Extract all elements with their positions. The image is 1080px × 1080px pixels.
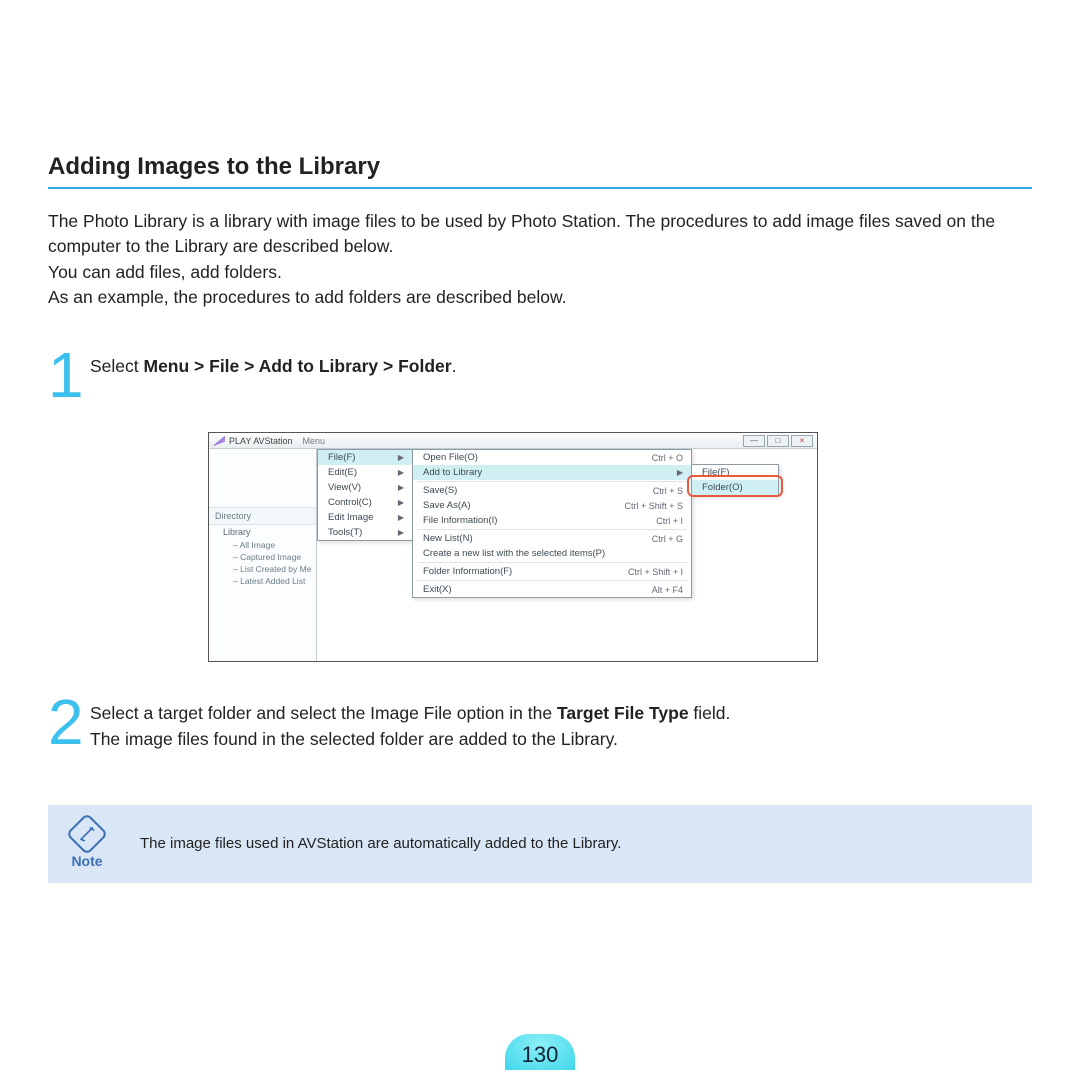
app-title: PLAY AVStation <box>229 436 293 446</box>
menu1-item-label: View(V) <box>328 482 361 493</box>
menu2-save[interactable]: Save(S) Ctrl + S <box>413 483 691 498</box>
menu2-item-label: Create a new list with the selected item… <box>423 548 605 559</box>
menu3-file[interactable]: File(F) <box>692 465 778 480</box>
app-logo-icon <box>213 436 225 446</box>
menu3-item-label: File(F) <box>702 467 729 478</box>
menu3-item-label: Folder(O) <box>702 482 743 493</box>
shortcut-label: Ctrl + I <box>656 516 683 526</box>
note-text: The image files used in AVStation are au… <box>140 835 621 852</box>
shortcut-label: Ctrl + Shift + I <box>628 567 683 577</box>
menu1-edit[interactable]: Edit(E) ▶ <box>318 465 412 480</box>
step-1-suffix: . <box>452 356 457 376</box>
submenu-arrow-icon: ▶ <box>398 468 404 477</box>
window-max-button[interactable]: □ <box>767 435 789 447</box>
sidebar-subitem[interactable]: – Latest Added List <box>209 575 316 587</box>
intro-block: The Photo Library is a library with imag… <box>48 209 1032 311</box>
step-2-number: 2 <box>48 694 90 753</box>
menu2-exit[interactable]: Exit(X) Alt + F4 <box>413 582 691 597</box>
note-box: Note The image files used in AVStation a… <box>48 805 1032 883</box>
submenu-arrow-icon: ▶ <box>398 453 404 462</box>
step-1-number: 1 <box>48 347 90 405</box>
app-window: PLAY AVStation Menu — □ × Directory Libr… <box>208 432 818 662</box>
menu1-control[interactable]: Control(C) ▶ <box>318 495 412 510</box>
menu1-item-label: File(F) <box>328 452 355 463</box>
step-2-line1c: field. <box>689 703 731 723</box>
menu1-file[interactable]: File(F) ▶ <box>318 450 412 465</box>
intro-p2: You can add files, add folders. <box>48 260 1032 285</box>
shortcut-label: Ctrl + O <box>652 453 683 463</box>
menu-level-3: File(F) Folder(O) <box>691 464 779 496</box>
submenu-arrow-icon: ▶ <box>398 528 404 537</box>
step-2-line1a: Select a target folder and select the Im… <box>90 703 557 723</box>
sidebar-subitem[interactable]: – Captured Image <box>209 551 316 563</box>
menu2-openfile[interactable]: Open File(O) Ctrl + O <box>413 450 691 465</box>
menu2-item-label: Folder Information(F) <box>423 566 512 577</box>
shortcut-label: Ctrl + S <box>653 486 683 496</box>
menu1-editimage[interactable]: Edit Image ▶ <box>318 510 412 525</box>
section-title: Adding Images to the Library <box>48 153 1032 181</box>
submenu-arrow-icon: ▶ <box>398 513 404 522</box>
step-2-line1b: Target File Type <box>557 703 689 723</box>
shortcut-label: Ctrl + Shift + S <box>624 501 683 511</box>
menu2-item-label: Save As(A) <box>423 500 471 511</box>
screenshot: PLAY AVStation Menu — □ × Directory Libr… <box>208 432 818 662</box>
menu2-fileinfo[interactable]: File Information(I) Ctrl + I <box>413 513 691 528</box>
menu2-createlist[interactable]: Create a new list with the selected item… <box>413 546 691 561</box>
menu2-addtolibrary[interactable]: Add to Library ▶ <box>413 465 691 480</box>
app-main-area: File(F) ▶ Edit(E) ▶ View(V) ▶ Control(C) ▶ E… <box>317 449 817 661</box>
shortcut-label: Alt + F4 <box>652 585 683 595</box>
sidebar-library-item[interactable]: Library <box>209 525 316 539</box>
menu-separator <box>417 481 687 482</box>
note-icon <box>66 812 108 854</box>
menu2-item-label: Add to Library <box>423 467 482 478</box>
window-min-button[interactable]: — <box>743 435 765 447</box>
step-1: 1 Select Menu > File > Add to Library > … <box>48 347 1032 405</box>
intro-p3: As an example, the procedures to add fol… <box>48 285 1032 310</box>
step-2: 2 Select a target folder and select the … <box>48 694 1032 753</box>
step-1-body: Select Menu > File > Add to Library > Fo… <box>90 347 1032 405</box>
menu2-item-label: Open File(O) <box>423 452 478 463</box>
menu3-folder[interactable]: Folder(O) <box>692 480 778 495</box>
menu-label[interactable]: Menu <box>303 436 326 446</box>
sidebar: Directory Library – All Image – Captured… <box>209 449 317 661</box>
menu-level-1: File(F) ▶ Edit(E) ▶ View(V) ▶ Control(C) ▶ E… <box>317 449 413 541</box>
menu1-item-label: Tools(T) <box>328 527 362 538</box>
sidebar-directory-header: Directory <box>209 507 316 525</box>
submenu-arrow-icon: ▶ <box>677 468 683 477</box>
menu1-view[interactable]: View(V) ▶ <box>318 480 412 495</box>
title-rule <box>48 187 1032 189</box>
menu2-saveas[interactable]: Save As(A) Ctrl + Shift + S <box>413 498 691 513</box>
step-1-bold: Menu > File > Add to Library > Folder <box>144 356 452 376</box>
shortcut-label: Ctrl + G <box>652 534 683 544</box>
step-2-line2: The image files found in the selected fo… <box>90 729 618 749</box>
menu-separator <box>417 529 687 530</box>
menu1-item-label: Edit(E) <box>328 467 357 478</box>
submenu-arrow-icon: ▶ <box>398 483 404 492</box>
menu1-tools[interactable]: Tools(T) ▶ <box>318 525 412 540</box>
intro-p1: The Photo Library is a library with imag… <box>48 209 1032 260</box>
submenu-arrow-icon: ▶ <box>398 498 404 507</box>
menu2-item-label: File Information(I) <box>423 515 497 526</box>
menu2-newlist[interactable]: New List(N) Ctrl + G <box>413 531 691 546</box>
step-1-prefix: Select <box>90 356 144 376</box>
step-2-body: Select a target folder and select the Im… <box>90 694 1032 753</box>
menu-separator <box>417 562 687 563</box>
note-label: Note <box>71 853 102 869</box>
menu-separator <box>417 580 687 581</box>
menu1-item-label: Edit Image <box>328 512 373 523</box>
sidebar-subitem[interactable]: – All Image <box>209 539 316 551</box>
menu2-folderinfo[interactable]: Folder Information(F) Ctrl + Shift + I <box>413 564 691 579</box>
menu-level-2: Open File(O) Ctrl + O Add to Library ▶ Sav… <box>412 449 692 598</box>
menu2-item-label: Exit(X) <box>423 584 452 595</box>
window-close-button[interactable]: × <box>791 435 813 447</box>
menu2-item-label: Save(S) <box>423 485 457 496</box>
page-number: 130 <box>505 1034 575 1070</box>
titlebar: PLAY AVStation Menu — □ × <box>209 433 817 449</box>
menu1-item-label: Control(C) <box>328 497 372 508</box>
menu2-item-label: New List(N) <box>423 533 473 544</box>
sidebar-subitem[interactable]: – List Created by Me <box>209 563 316 575</box>
